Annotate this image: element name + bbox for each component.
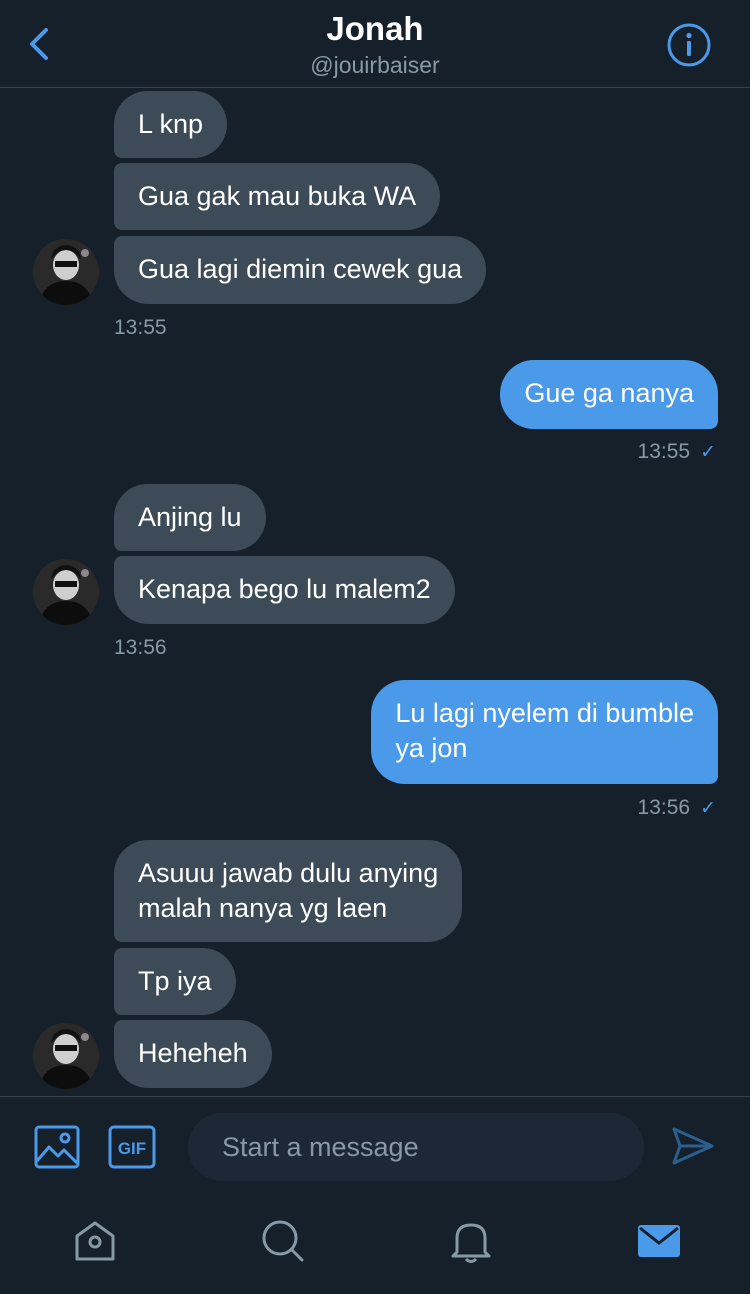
incoming-message[interactable]: Kenapa bego lu malem2 xyxy=(114,556,455,624)
tab-home[interactable] xyxy=(72,1218,118,1264)
message-composer: GIF xyxy=(0,1096,750,1196)
incoming-message[interactable]: Asuuu jawab dulu anying malah nanya yg l… xyxy=(114,840,463,942)
home-icon xyxy=(75,1221,115,1261)
message-timestamp: 13:55 xyxy=(114,316,167,339)
read-check-icon: ✓ xyxy=(700,442,716,463)
conversation-header: Jonah @jouirbaiser xyxy=(0,0,750,88)
info-icon xyxy=(667,23,711,67)
tab-search[interactable] xyxy=(260,1218,306,1264)
message-timestamp: 13:55 xyxy=(637,440,691,463)
message-timestamp-row: 13:56 ✓ xyxy=(638,796,716,820)
send-icon xyxy=(672,1127,714,1165)
outgoing-message[interactable]: Gue ga nanya xyxy=(500,360,718,429)
incoming-message[interactable]: Anjing lu xyxy=(114,484,266,551)
incoming-message[interactable]: Heheheh xyxy=(114,1020,272,1088)
message-timestamp-row: 13:55 ✓ xyxy=(638,440,716,464)
image-icon xyxy=(34,1125,80,1169)
incoming-message[interactable]: Gua lagi diemin cewek gua xyxy=(114,236,487,304)
outgoing-message[interactable]: Lu lagi nyelem di bumble ya jon xyxy=(371,680,718,784)
incoming-message[interactable]: Tp iya xyxy=(114,948,236,1015)
incoming-message[interactable]: Gua gak mau buka WA xyxy=(114,163,441,230)
gif-button[interactable]: GIF xyxy=(108,1125,156,1169)
message-timestamp: 13:56 xyxy=(637,796,691,819)
bell-icon xyxy=(451,1223,491,1263)
read-check-icon: ✓ xyxy=(700,798,716,819)
info-button[interactable] xyxy=(666,22,712,68)
avatar[interactable] xyxy=(33,559,99,625)
mail-icon xyxy=(638,1225,680,1257)
gif-label: GIF xyxy=(118,1139,146,1158)
send-button[interactable] xyxy=(670,1123,716,1169)
message-input[interactable] xyxy=(188,1113,644,1181)
contact-name[interactable]: Jonah xyxy=(0,10,750,48)
add-media-button[interactable] xyxy=(34,1125,80,1169)
bottom-tab-bar xyxy=(0,1196,750,1294)
tab-messages[interactable] xyxy=(636,1218,682,1264)
tab-notifications[interactable] xyxy=(448,1218,494,1264)
avatar[interactable] xyxy=(33,239,99,305)
message-timestamp: 13:56 xyxy=(114,636,167,659)
search-icon xyxy=(262,1220,304,1262)
incoming-message[interactable]: L knp xyxy=(114,91,228,158)
contact-handle[interactable]: @jouirbaiser xyxy=(0,52,750,79)
avatar[interactable] xyxy=(33,1023,99,1089)
